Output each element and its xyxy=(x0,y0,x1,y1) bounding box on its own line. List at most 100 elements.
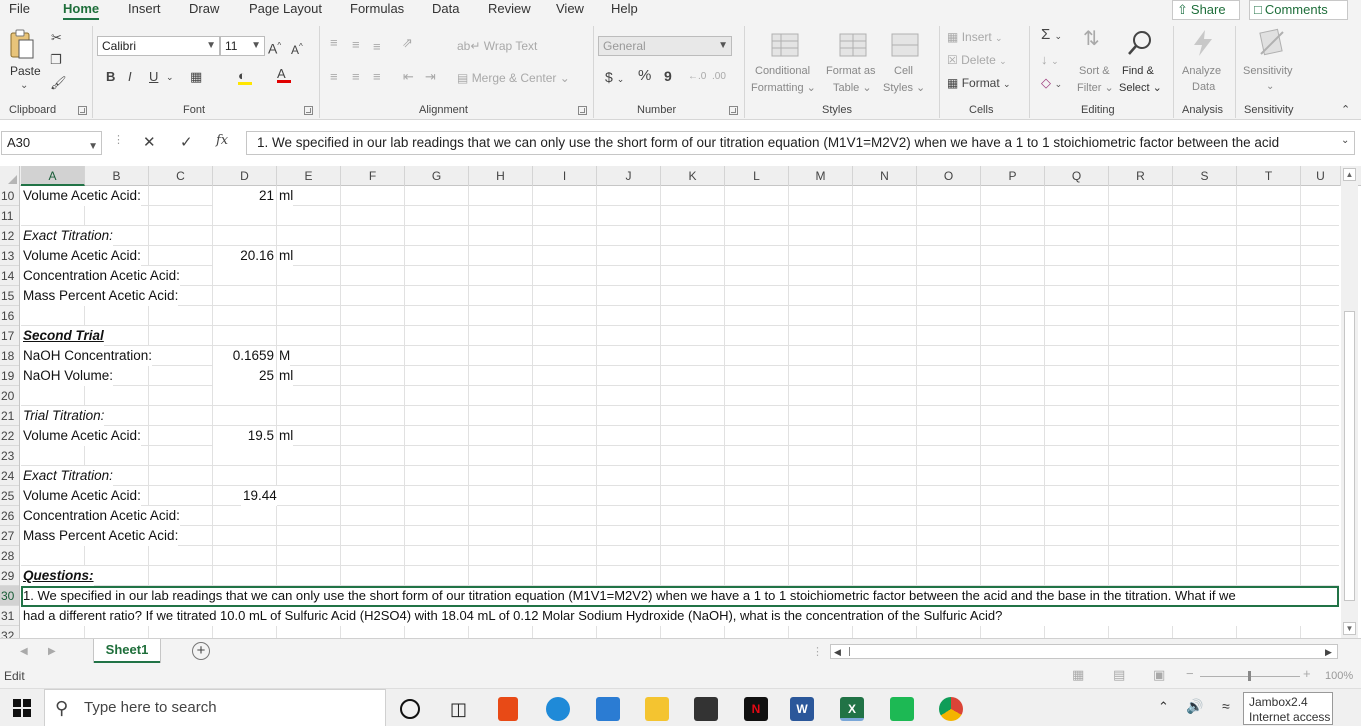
row-header[interactable]: 32 xyxy=(0,626,19,638)
analyze-data-icon[interactable] xyxy=(1188,28,1218,58)
tray-overflow-icon[interactable]: ⌃ xyxy=(1158,699,1169,715)
number-launcher-icon[interactable] xyxy=(729,106,738,115)
column-header[interactable]: B xyxy=(85,166,149,186)
column-header[interactable]: C xyxy=(149,166,213,186)
cell-e18[interactable]: M xyxy=(277,346,291,366)
bold-button[interactable]: B xyxy=(106,69,115,85)
more-icon[interactable]: ⋮ xyxy=(812,644,823,660)
scroll-thumb[interactable] xyxy=(849,647,850,656)
edge-icon[interactable] xyxy=(546,697,570,721)
percent-button[interactable]: % xyxy=(638,68,651,84)
align-center-icon[interactable]: ≡ xyxy=(352,69,360,85)
column-header[interactable]: I xyxy=(533,166,597,186)
row-header[interactable]: 27 xyxy=(0,526,19,546)
tab-home[interactable]: Home xyxy=(63,0,100,22)
format-as-table-icon[interactable] xyxy=(838,30,868,60)
row-header[interactable]: 21 xyxy=(0,406,19,426)
column-header[interactable]: J xyxy=(597,166,661,186)
cell-a14[interactable]: Concentration Acetic Acid: xyxy=(21,266,180,286)
paste-button[interactable]: Paste ⌄ xyxy=(8,28,41,91)
share-button[interactable]: ⇧ Share xyxy=(1172,0,1240,20)
column-header[interactable]: E xyxy=(277,166,341,186)
format-painter-icon[interactable]: 🖌 xyxy=(50,75,67,91)
zoom-slider-thumb[interactable] xyxy=(1248,671,1251,681)
row-header[interactable]: 30 xyxy=(0,586,19,606)
store-icon[interactable] xyxy=(694,697,718,721)
horizontal-scrollbar[interactable]: ◀ ▶ xyxy=(830,644,1338,659)
task-view-icon[interactable]: ◫ xyxy=(450,697,474,721)
cell-a19[interactable]: NaOH Volume: xyxy=(21,366,114,386)
underline-button[interactable]: U xyxy=(149,69,158,85)
clear-icon[interactable]: ◇ ⌄ xyxy=(1041,75,1062,92)
row-header[interactable]: 10 xyxy=(0,186,19,206)
tab-file[interactable]: File xyxy=(9,0,30,22)
confirm-entry-icon[interactable]: ✓ xyxy=(180,133,193,151)
row-header[interactable]: 18 xyxy=(0,346,19,366)
tab-view[interactable]: View xyxy=(556,0,584,22)
zoom-out-icon[interactable]: − xyxy=(1186,666,1194,682)
cell-area[interactable]: Volume Acetic Acid: 21 ml Exact Titratio… xyxy=(21,186,1339,638)
volume-icon[interactable]: 🔊 xyxy=(1186,698,1203,715)
wrap-text-button[interactable]: ab↵ Wrap Text xyxy=(457,38,537,54)
spotify-icon[interactable] xyxy=(890,697,914,721)
cell-d13[interactable]: 20.16 xyxy=(213,246,276,266)
format-cells-button[interactable]: ▦ Format ⌄ xyxy=(947,75,1011,92)
row-header[interactable]: 28 xyxy=(0,546,19,566)
column-header[interactable]: N xyxy=(853,166,917,186)
font-launcher-icon[interactable] xyxy=(304,106,313,115)
page-layout-view-icon[interactable]: ▤ xyxy=(1113,667,1125,683)
netflix-icon[interactable]: N xyxy=(744,697,768,721)
align-right-icon[interactable]: ≡ xyxy=(373,69,381,85)
row-header[interactable]: 16 xyxy=(0,306,19,326)
normal-view-icon[interactable]: ▦ xyxy=(1072,667,1084,683)
align-left-icon[interactable]: ≡ xyxy=(330,69,338,85)
column-header[interactable]: R xyxy=(1109,166,1173,186)
cell-a21[interactable]: Trial Titration: xyxy=(21,406,105,426)
column-header[interactable]: P xyxy=(981,166,1045,186)
cell-a22[interactable]: Volume Acetic Acid: xyxy=(21,426,141,446)
scroll-down-icon[interactable]: ▼ xyxy=(1343,622,1356,635)
chevron-down-icon[interactable]: ⌄ xyxy=(166,69,174,85)
column-header[interactable]: U xyxy=(1301,166,1341,186)
cell-a27[interactable]: Mass Percent Acetic Acid: xyxy=(21,526,179,546)
cell-a10[interactable]: Volume Acetic Acid: xyxy=(21,186,141,206)
tab-draw[interactable]: Draw xyxy=(189,0,219,22)
column-header[interactable]: M xyxy=(789,166,853,186)
insert-cells-button[interactable]: ▦ Insert ⌄ xyxy=(947,29,1003,46)
font-size-select[interactable]: 11 ▼ xyxy=(220,36,265,56)
office-icon[interactable] xyxy=(498,697,518,721)
cell-e22[interactable]: ml xyxy=(277,426,294,446)
column-header[interactable]: A xyxy=(21,166,85,186)
column-header[interactable]: Q xyxy=(1045,166,1109,186)
word-icon[interactable]: W xyxy=(790,697,814,721)
font-color-icon[interactable]: A xyxy=(277,66,291,83)
cancel-entry-icon[interactable]: ✕ xyxy=(143,133,156,151)
taskbar-search-box[interactable]: ⚲ Type here to search xyxy=(44,689,386,726)
excel-icon[interactable]: X xyxy=(840,697,864,721)
cell-e13[interactable]: ml xyxy=(277,246,294,266)
cell-a24[interactable]: Exact Titration: xyxy=(21,466,113,486)
row-header[interactable]: 29 xyxy=(0,566,19,586)
grow-font-icon[interactable]: A^ xyxy=(268,38,281,57)
vertical-scrollbar[interactable]: ▲ ▼ xyxy=(1341,166,1358,638)
fill-icon[interactable]: ↓ ⌄ xyxy=(1041,52,1059,69)
tab-data[interactable]: Data xyxy=(432,0,459,22)
row-header[interactable]: 13 xyxy=(0,246,19,266)
column-header[interactable]: H xyxy=(469,166,533,186)
top-align-icon[interactable]: ≡ xyxy=(330,35,338,51)
scroll-left-icon[interactable]: ◀ xyxy=(834,644,841,660)
formula-input[interactable]: 1. We specified in our lab readings that… xyxy=(246,131,1355,155)
vertical-scroll-thumb[interactable] xyxy=(1344,311,1355,601)
cell-d19[interactable]: 25 xyxy=(213,366,276,386)
scroll-up-icon[interactable]: ▲ xyxy=(1343,168,1356,181)
increase-indent-icon[interactable]: ⇥ xyxy=(425,69,436,85)
row-header[interactable]: 24 xyxy=(0,466,19,486)
tab-page-layout[interactable]: Page Layout xyxy=(249,0,322,22)
cut-icon[interactable]: ✂ xyxy=(51,30,62,46)
insert-function-icon[interactable]: fx xyxy=(216,133,228,148)
cell-a12[interactable]: Exact Titration: xyxy=(21,226,113,246)
windows-start-icon[interactable] xyxy=(13,699,31,717)
column-header[interactable]: F xyxy=(341,166,405,186)
column-header[interactable]: T xyxy=(1237,166,1301,186)
zoom-in-icon[interactable]: + xyxy=(1303,666,1311,682)
